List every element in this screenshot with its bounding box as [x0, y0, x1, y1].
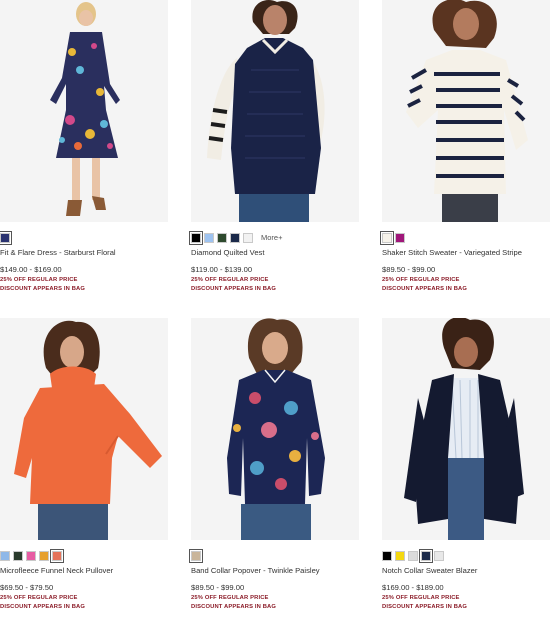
promo-note: DISCOUNT APPEARS IN BAG	[382, 286, 468, 292]
product-image[interactable]	[0, 318, 168, 540]
color-swatch[interactable]	[380, 230, 394, 245]
color-swatch[interactable]	[0, 230, 12, 245]
promo-note: DISCOUNT APPEARS IN BAG	[0, 604, 86, 610]
promo-note: DISCOUNT APPEARS IN BAG	[0, 286, 86, 292]
product-name[interactable]: Notch Collar Sweater Blazer	[382, 566, 477, 575]
promo-note: DISCOUNT APPEARS IN BAG	[191, 604, 277, 610]
color-swatch[interactable]	[395, 550, 405, 561]
color-swatch[interactable]	[395, 232, 405, 243]
promo-text: 25% OFF REGULAR PRICE	[382, 595, 460, 601]
color-swatch[interactable]	[434, 550, 444, 561]
color-swatch[interactable]	[189, 548, 203, 563]
more-colors-link[interactable]: More+	[261, 233, 282, 242]
promo-text: 25% OFF REGULAR PRICE	[191, 595, 269, 601]
product-price: $69.50 - $79.50	[0, 583, 54, 592]
product-name[interactable]: Shaker Stitch Sweater - Variegated Strip…	[382, 248, 522, 257]
product-price: $89.50 - $99.00	[382, 265, 436, 274]
color-swatches	[189, 548, 209, 563]
product-price: $169.00 - $189.00	[382, 583, 444, 592]
color-swatches	[380, 230, 413, 245]
color-swatch[interactable]	[408, 550, 418, 561]
color-swatch[interactable]	[0, 550, 10, 561]
color-swatches	[382, 548, 452, 563]
color-swatch[interactable]	[13, 550, 23, 561]
promo-text: 25% OFF REGULAR PRICE	[0, 277, 78, 283]
product-price: $119.00 - $139.00	[191, 265, 253, 274]
color-swatch[interactable]	[50, 548, 64, 563]
promo-note: DISCOUNT APPEARS IN BAG	[191, 286, 277, 292]
color-swatch[interactable]	[204, 232, 214, 243]
color-swatches	[0, 230, 18, 245]
product-grid: Fit & Flare Dress - Starburst Floral $14…	[0, 0, 550, 620]
product-image[interactable]	[191, 0, 359, 222]
color-swatch[interactable]	[243, 232, 253, 243]
product-image[interactable]	[0, 0, 168, 222]
color-swatch[interactable]	[26, 550, 36, 561]
product-price: $149.00 - $169.00	[0, 265, 62, 274]
color-swatch[interactable]	[382, 550, 392, 561]
promo-text: 25% OFF REGULAR PRICE	[0, 595, 78, 601]
product-image[interactable]	[382, 318, 550, 540]
product-image[interactable]	[191, 318, 359, 540]
color-swatch[interactable]	[189, 230, 203, 245]
product-name[interactable]: Diamond Quilted Vest	[191, 248, 264, 257]
product-image[interactable]	[382, 0, 550, 222]
color-swatches	[0, 548, 70, 563]
color-swatch[interactable]	[39, 550, 49, 561]
promo-text: 25% OFF REGULAR PRICE	[191, 277, 269, 283]
promo-note: DISCOUNT APPEARS IN BAG	[382, 604, 468, 610]
promo-text: 25% OFF REGULAR PRICE	[382, 277, 460, 283]
color-swatches: More+	[189, 230, 282, 245]
product-name[interactable]: Band Collar Popover - Twinkle Paisley	[191, 566, 320, 575]
color-swatch[interactable]	[230, 232, 240, 243]
product-name[interactable]: Fit & Flare Dress - Starburst Floral	[0, 248, 116, 257]
product-price: $89.50 - $99.00	[191, 583, 245, 592]
product-name[interactable]: Microfleece Funnel Neck Pullover	[0, 566, 113, 575]
color-swatch[interactable]	[217, 232, 227, 243]
color-swatch[interactable]	[419, 548, 433, 563]
